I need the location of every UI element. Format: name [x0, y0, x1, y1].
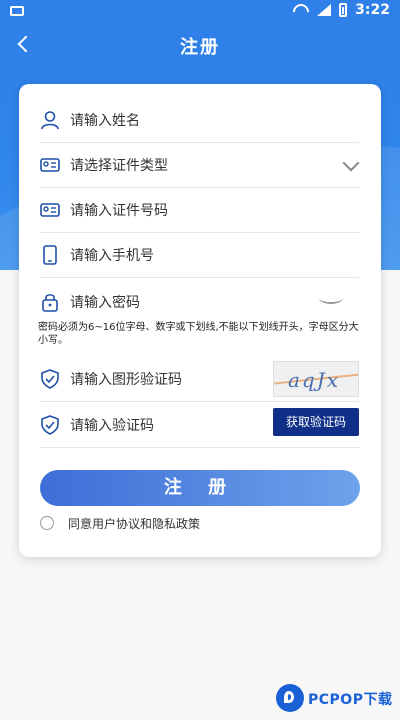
- eye-closed-icon[interactable]: [319, 292, 345, 304]
- name-field[interactable]: 请输入姓名: [40, 98, 359, 143]
- id-type-select[interactable]: 请选择证件类型: [40, 143, 360, 188]
- pcpop-logo-icon: [276, 684, 304, 712]
- user-icon: [41, 111, 59, 130]
- id-number-field[interactable]: 请输入证件号码: [40, 188, 359, 233]
- watermark-text: PCPOP下载: [308, 692, 393, 708]
- id-card-icon: [40, 203, 60, 217]
- agreement-text[interactable]: 同意用户协议和隐私政策: [68, 515, 200, 532]
- image-captcha-field[interactable]: 请输入图形验证码 aqJx: [40, 357, 359, 402]
- battery-icon: [339, 3, 348, 17]
- agreement-radio[interactable]: [40, 516, 54, 530]
- register-form-card: 请输入姓名 请选择证件类型 请输入证件号码 请输入手机号 请输入密码 密码必须为…: [19, 84, 381, 557]
- shield-check-icon: [41, 369, 59, 389]
- id-type-placeholder: 请选择证件类型: [70, 158, 168, 174]
- password-hint: 密码必须为6~16位字母、数字或下划线,不能以下划线开头，字母区分大小写。: [38, 322, 359, 346]
- password-field[interactable]: 请输入密码: [40, 280, 359, 324]
- image-captcha-placeholder: 请输入图形验证码: [70, 372, 182, 388]
- agreement-row: 同意用户协议和隐私政策: [40, 514, 360, 534]
- id-number-placeholder: 请输入证件号码: [70, 203, 168, 219]
- name-placeholder: 请输入姓名: [70, 113, 140, 129]
- password-placeholder: 请输入密码: [70, 295, 140, 311]
- id-card-icon: [40, 158, 60, 172]
- shield-check-icon: [41, 415, 59, 435]
- app-bar: 注册: [0, 24, 400, 64]
- status-time: 3:22: [355, 2, 390, 18]
- chevron-down-icon: [342, 154, 360, 172]
- lock-icon: [42, 294, 58, 312]
- phone-field[interactable]: 请输入手机号: [40, 233, 359, 278]
- phone-icon: [43, 245, 57, 265]
- register-button[interactable]: 注 册: [40, 470, 360, 506]
- notification-icon: [10, 6, 24, 16]
- status-bar: 3:22: [0, 0, 400, 24]
- sms-code-placeholder: 请输入验证码: [70, 418, 154, 434]
- captcha-image-text: aqJx: [288, 368, 341, 392]
- sms-code-field[interactable]: 请输入验证码 获取验证码: [40, 403, 359, 448]
- captcha-image[interactable]: aqJx: [273, 361, 359, 397]
- signal-icon: [317, 4, 332, 16]
- watermark: PCPOP下载: [276, 684, 400, 716]
- wifi-icon: [293, 4, 309, 16]
- status-icons: 3:22: [293, 2, 390, 18]
- page-title: 注册: [180, 37, 220, 58]
- get-code-button[interactable]: 获取验证码: [273, 408, 359, 436]
- phone-placeholder: 请输入手机号: [70, 248, 154, 264]
